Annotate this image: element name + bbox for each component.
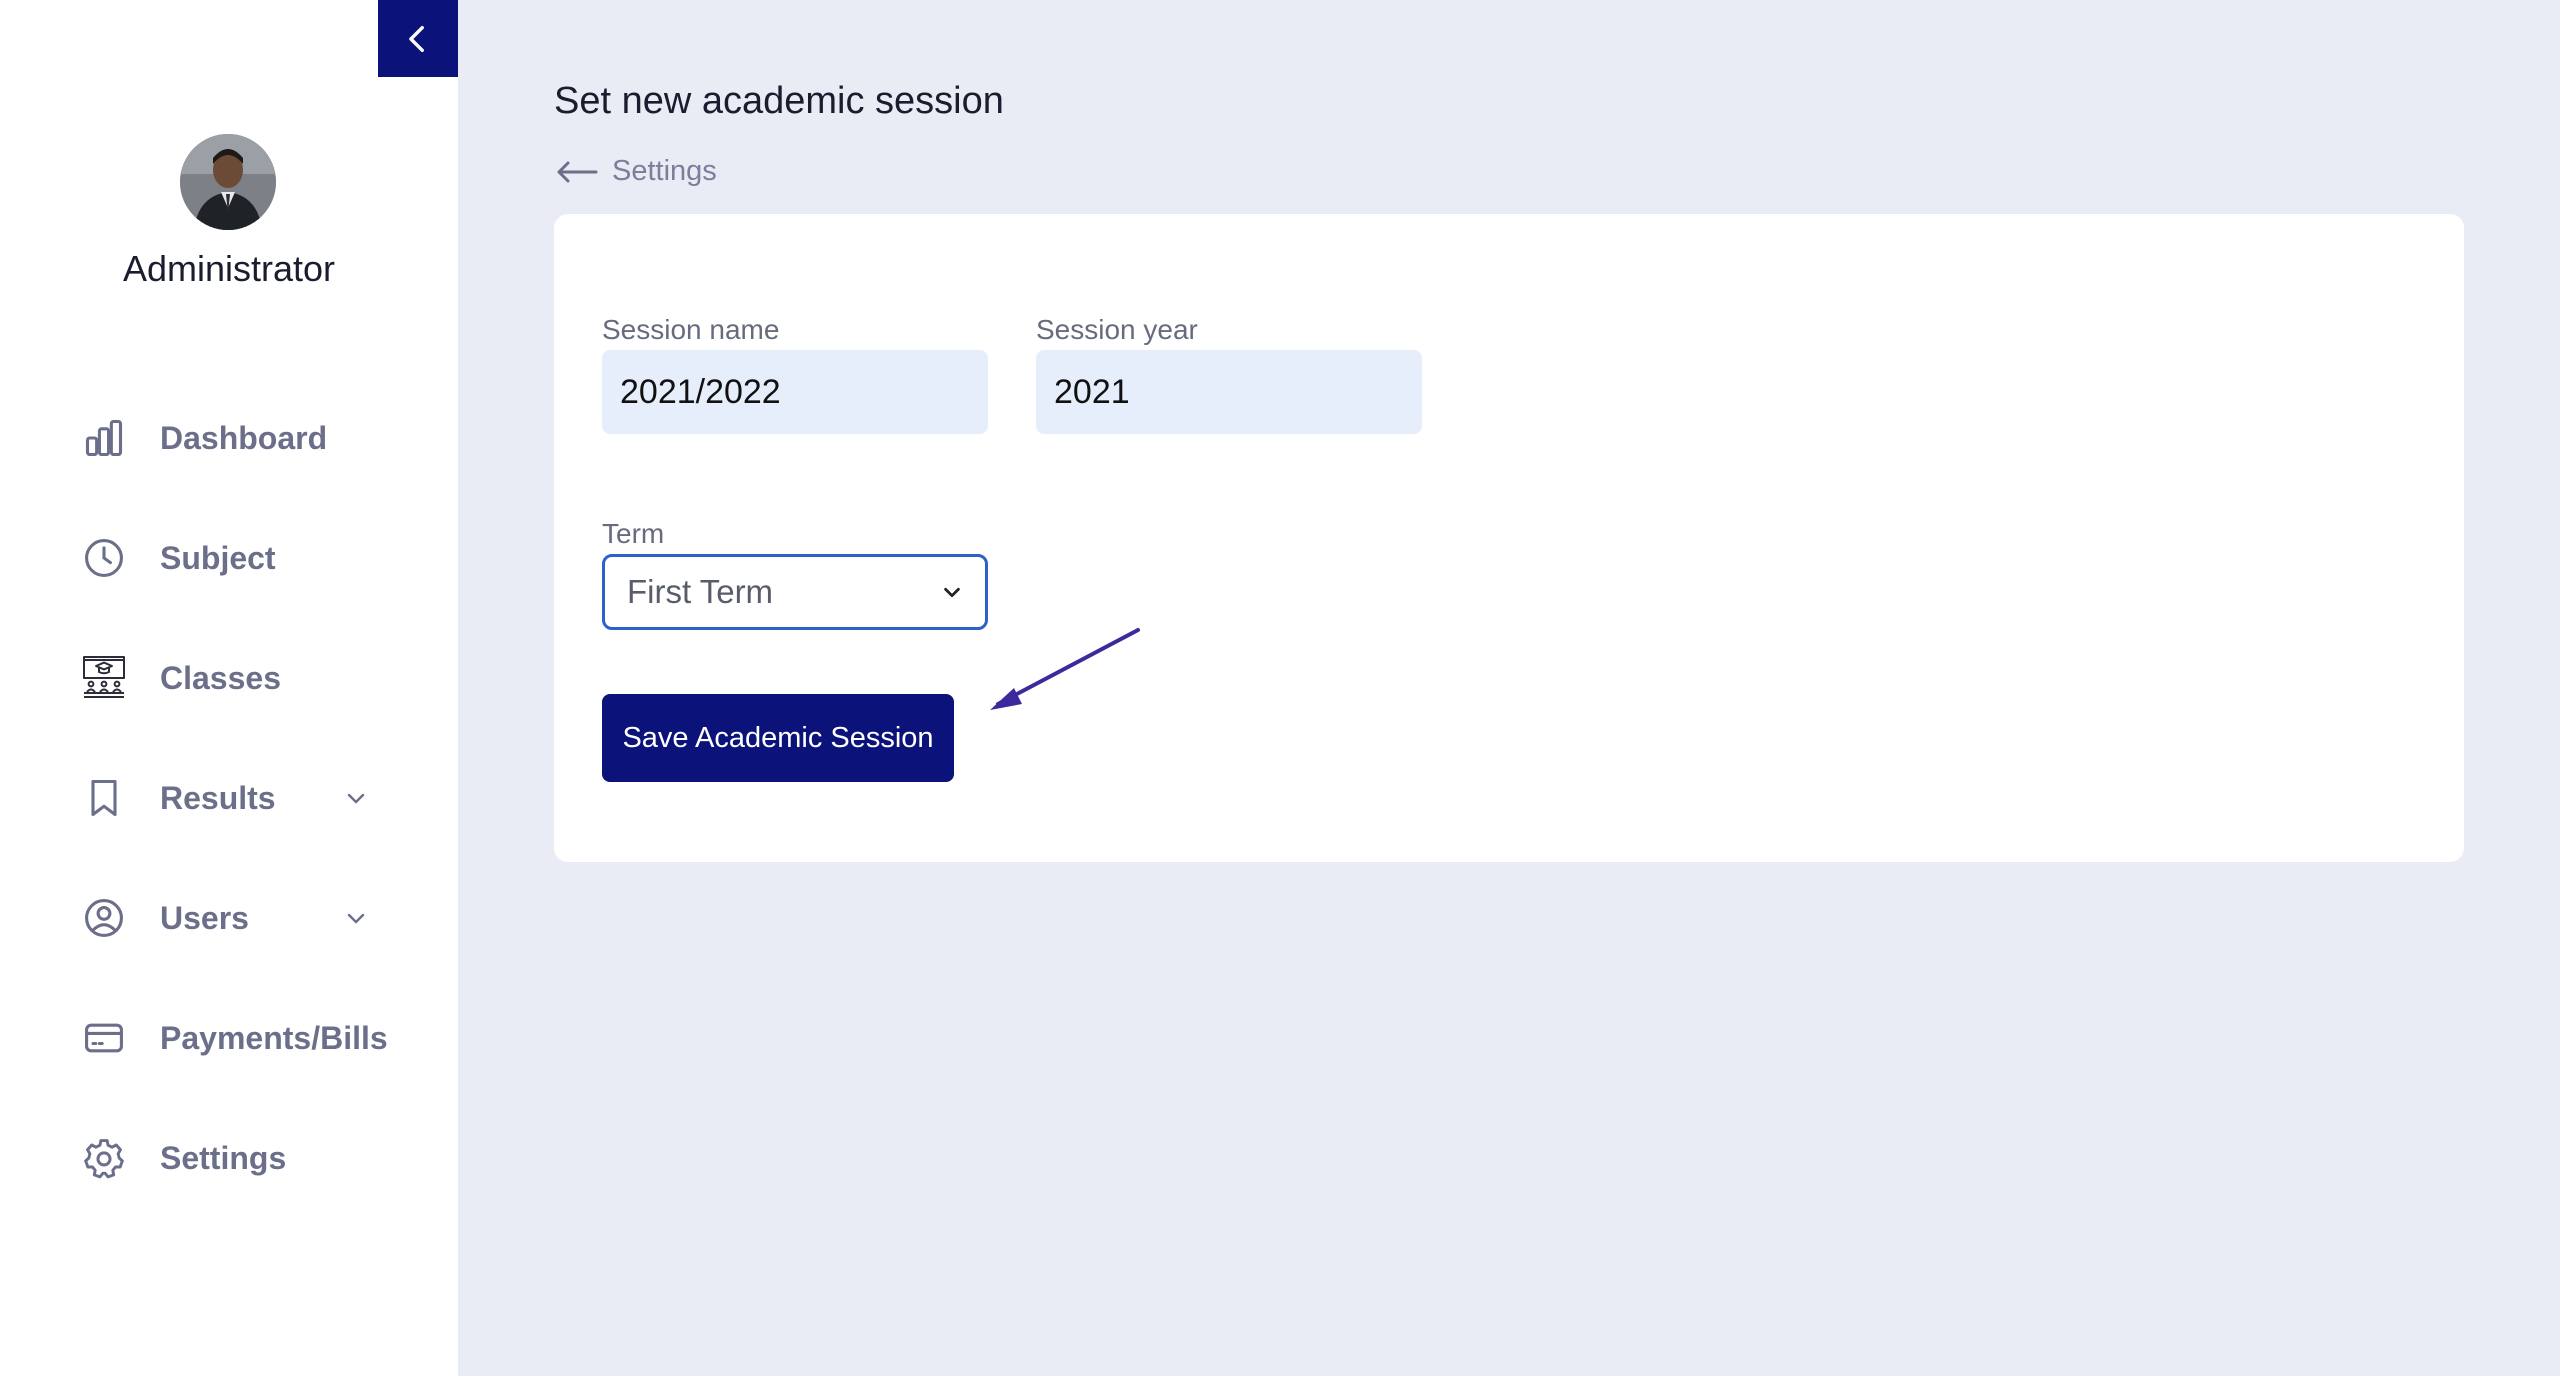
session-form-card: Session name Session year Term First Ter…	[554, 214, 2464, 862]
save-academic-session-button[interactable]: Save Academic Session	[602, 694, 954, 782]
user-circle-icon	[80, 894, 128, 942]
sidebar-item-label: Settings	[160, 1139, 287, 1176]
chevron-left-icon	[409, 25, 424, 52]
sidebar-item-label: Subject	[160, 539, 276, 576]
term-select-value: First Term	[627, 573, 774, 610]
session-year-input[interactable]	[1036, 350, 1422, 434]
term-label: Term	[602, 518, 665, 549]
sidebar-item-subject[interactable]: Subject	[80, 528, 410, 588]
sidebar-item-dashboard[interactable]: Dashboard	[80, 408, 410, 468]
sidebar-item-label: Results	[160, 779, 276, 816]
sidebar-item-settings[interactable]: Settings	[80, 1128, 410, 1188]
page-title: Set new academic session	[554, 80, 1004, 122]
term-select[interactable]: First Term	[602, 554, 988, 630]
sidebar-item-label: Classes	[160, 659, 281, 696]
gear-icon	[80, 1134, 128, 1182]
sidebar-item-classes[interactable]: Classes	[80, 648, 410, 708]
arrow-left-icon	[557, 161, 598, 182]
session-name-label: Session name	[602, 314, 780, 345]
bar-chart-icon	[80, 414, 128, 462]
sidebar-item-label: Users	[160, 899, 249, 936]
session-name-input[interactable]	[602, 350, 988, 434]
sidebar-item-label: Dashboard	[160, 419, 328, 456]
annotation-arrow-icon	[990, 628, 1140, 710]
sidebar-item-results[interactable]: Results	[80, 768, 410, 828]
chevron-down-icon[interactable]	[342, 784, 370, 812]
sidebar-item-payments[interactable]: Payments/Bills	[80, 1008, 410, 1068]
bookmark-icon	[80, 774, 128, 822]
admin-name: Administrator	[122, 248, 336, 289]
clock-icon	[80, 534, 128, 582]
chevron-down-icon[interactable]	[342, 904, 370, 932]
credit-card-icon	[80, 1014, 128, 1062]
collapse-sidebar-button[interactable]	[378, 0, 458, 77]
back-to-settings-link[interactable]: Settings	[556, 155, 717, 188]
chevron-down-icon	[944, 587, 960, 598]
avatar	[180, 134, 276, 230]
session-year-label: Session year	[1036, 314, 1198, 345]
sidebar-item-label: Payments/Bills	[160, 1019, 388, 1056]
classroom-icon	[80, 654, 128, 702]
sidebar-item-users[interactable]: Users	[80, 888, 410, 948]
sidebar: Administrator Dashboard Subject Classes …	[0, 0, 458, 1376]
back-link-label: Settings	[612, 155, 717, 187]
